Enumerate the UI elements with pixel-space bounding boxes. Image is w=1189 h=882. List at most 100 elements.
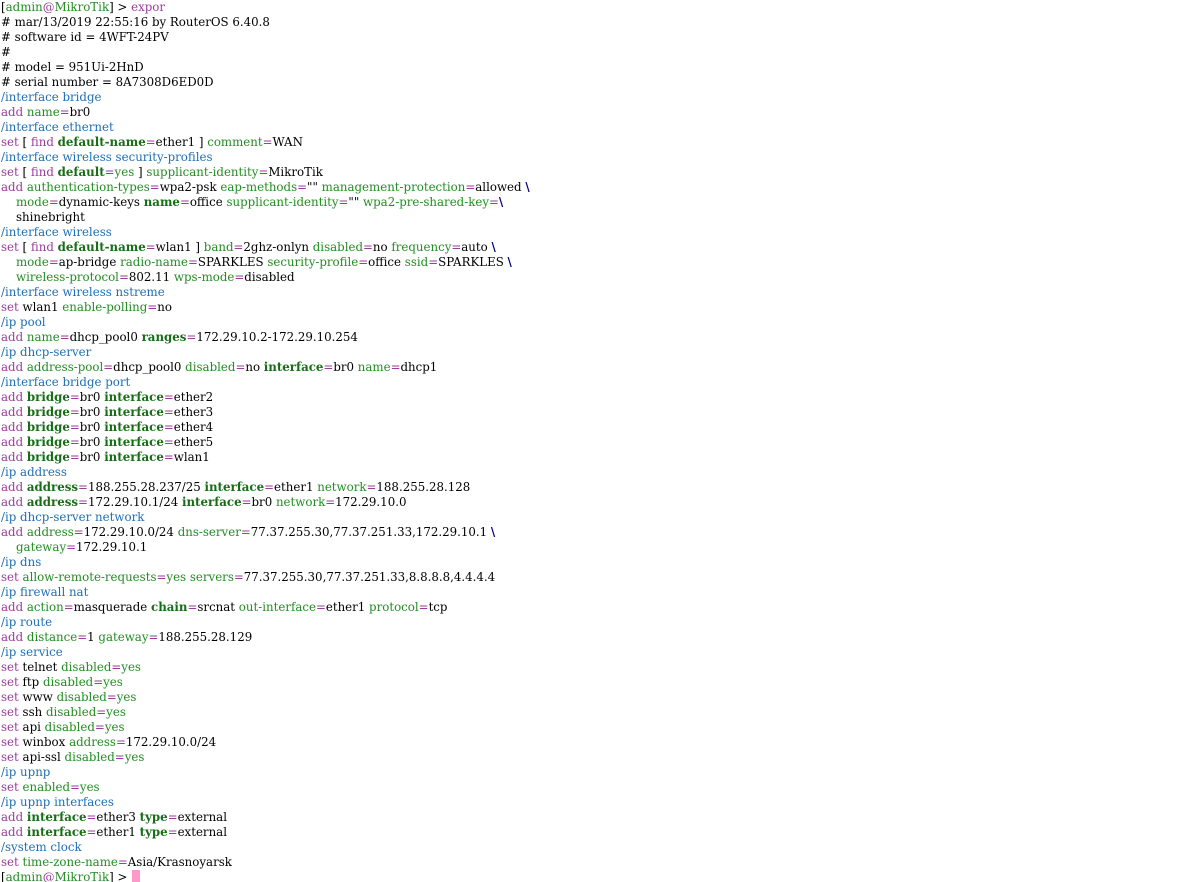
terminal-window[interactable]: [admin@MikroTik] > expor # mar/13/2019 22… — [0, 0, 1189, 882]
terminal-token: wlan1 — [155, 240, 196, 254]
terminal-token: WAN — [272, 135, 303, 149]
terminal-token: SPARKLES — [197, 255, 268, 269]
terminal-token: yes — [114, 165, 138, 179]
terminal-token: = — [262, 135, 273, 149]
terminal-token: find — [30, 165, 58, 179]
terminal-token: # software id = 4WFT-24PV — [1, 30, 169, 44]
terminal-token: external — [177, 825, 227, 839]
terminal-line: /ip firewall nat — [1, 585, 1189, 600]
terminal-token: = — [78, 495, 88, 509]
terminal-line: add address=172.29.10.1/24 interface=br0… — [1, 495, 1189, 510]
terminal-token: yes — [104, 720, 125, 734]
terminal-token: = — [69, 390, 80, 404]
terminal-token: br0 — [79, 435, 105, 449]
terminal-line: /interface bridge port — [1, 375, 1189, 390]
terminal-token: disabled — [244, 270, 295, 284]
terminal-token: disabled — [61, 660, 112, 674]
terminal-line: /ip address — [1, 465, 1189, 480]
terminal-token: tcp — [428, 600, 448, 614]
terminal-token: winbox — [22, 735, 70, 749]
terminal-token: 172.29.10.1/24 — [87, 495, 182, 509]
terminal-token: default-name — [57, 135, 146, 149]
terminal-token: set — [1, 570, 23, 584]
terminal-token: ] > — [109, 870, 132, 882]
terminal-token: ether1 — [155, 135, 199, 149]
terminal-token: = — [69, 435, 80, 449]
terminal-token: /ip dhcp-server — [1, 345, 92, 359]
terminal-token: add — [1, 420, 27, 434]
terminal-token: = — [163, 420, 174, 434]
terminal-line: # model = 951Ui-2HnD — [1, 60, 1189, 75]
terminal-token: set — [1, 660, 23, 674]
terminal-token: dhcp1 — [400, 360, 438, 374]
terminal-token: eap-methods — [220, 180, 298, 194]
terminal-line: wireless-protocol=802.11 wps-mode=disabl… — [1, 270, 1189, 285]
terminal-token: www — [22, 690, 57, 704]
terminal-token: = — [489, 195, 499, 209]
terminal-token: disabled — [312, 240, 364, 254]
terminal-token: find — [30, 240, 58, 254]
terminal-token: br0 — [251, 495, 276, 509]
terminal-line: /interface ethernet — [1, 120, 1189, 135]
terminal-token: ssh — [22, 705, 46, 719]
terminal-token: = — [63, 600, 74, 614]
terminal-token: = — [179, 195, 190, 209]
terminal-token: default — [57, 165, 105, 179]
terminal-token: = — [77, 630, 88, 644]
terminal-line: add interface=ether1 type=external — [1, 825, 1189, 840]
terminal-token: bridge — [26, 390, 70, 404]
terminal-token: = — [48, 255, 59, 269]
terminal-line: add address-pool=dhcp_pool0 disabled=no … — [1, 360, 1189, 375]
terminal-line: set www disabled=yes — [1, 690, 1189, 705]
terminal-token: comment — [207, 135, 263, 149]
terminal-line: mode=dynamic-keys name=office supplicant… — [1, 195, 1189, 210]
terminal-token: srcnat — [197, 600, 239, 614]
terminal-line: gateway=172.29.10.1 — [1, 540, 1189, 555]
terminal-line: add address=188.255.28.237/25 interface=… — [1, 480, 1189, 495]
terminal-line: set ftp disabled=yes — [1, 675, 1189, 690]
terminal-token: no — [157, 300, 172, 314]
terminal-token: 172.29.10.2-172.29.10.254 — [196, 330, 358, 344]
terminal-token: set — [1, 705, 23, 719]
terminal-token: yes — [124, 750, 145, 764]
terminal-line: /ip dhcp-server — [1, 345, 1189, 360]
terminal-line: /interface wireless nstreme — [1, 285, 1189, 300]
terminal-token: /ip dhcp-server network — [1, 510, 145, 524]
terminal-line: add name=br0 — [1, 105, 1189, 120]
terminal-token: = — [451, 240, 462, 254]
terminal-token: = — [187, 600, 198, 614]
terminal-token: disabled — [46, 705, 97, 719]
terminal-token: add — [1, 180, 27, 194]
terminal-line: set wlan1 enable-polling=no — [1, 300, 1189, 315]
terminal-token: wlan1 — [22, 300, 63, 314]
terminal-token: add — [1, 525, 27, 539]
terminal-token: 77.37.255.30,77.37.251.33,172.29.10.1 — [250, 525, 491, 539]
terminal-token: time-zone-name — [22, 855, 118, 869]
terminal-token: = — [86, 825, 97, 839]
terminal-token: office — [368, 255, 405, 269]
terminal-token: bridge — [26, 450, 70, 464]
terminal-token: MikroTik — [54, 0, 110, 14]
terminal-token: = — [69, 420, 80, 434]
terminal-token: "" — [307, 180, 322, 194]
terminal-token: admin — [5, 870, 43, 882]
terminal-token: SPARKLES — [438, 255, 508, 269]
terminal-line: /ip dhcp-server network — [1, 510, 1189, 525]
terminal-token: add — [1, 810, 27, 824]
terminal-token: wlan1 — [173, 450, 210, 464]
terminal-token: = — [428, 255, 439, 269]
text-cursor — [132, 870, 141, 882]
terminal-token: interface — [104, 420, 164, 434]
terminal-token: 1 — [87, 630, 99, 644]
terminal-line: [admin@MikroTik] > — [1, 870, 1189, 882]
terminal-token: 188.255.28.129 — [158, 630, 253, 644]
terminal-token: mode — [16, 255, 49, 269]
terminal-token: = — [78, 480, 88, 494]
terminal-token: set — [1, 750, 23, 764]
terminal-token: ether1 — [325, 600, 370, 614]
terminal-token: wpa2-pre-shared-key — [363, 195, 490, 209]
terminal-token: 77.37.255.30,77.37.251.33,8.8.8.8,4.4.4.… — [243, 570, 496, 584]
terminal-token: disabled — [56, 690, 107, 704]
terminal-token: = — [315, 600, 326, 614]
